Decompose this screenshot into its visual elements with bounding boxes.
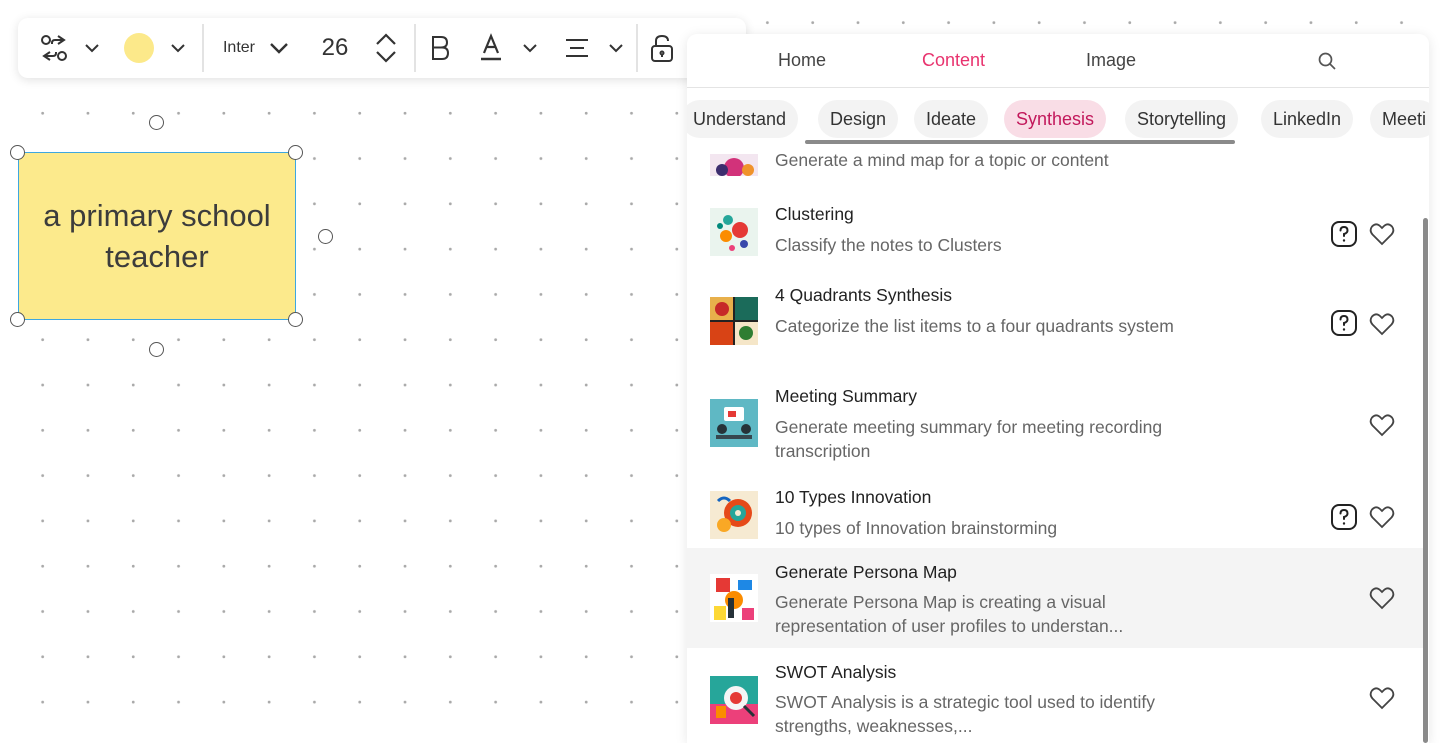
font-size-stepper[interactable] <box>372 18 400 78</box>
chip-meeting[interactable]: Meeti <box>1370 100 1429 138</box>
toolbar-divider <box>202 24 204 72</box>
item-description: Classify the notes to Clusters <box>775 235 1002 255</box>
chevron-up-icon[interactable] <box>374 30 398 48</box>
favorite-heart-icon[interactable] <box>1369 505 1395 529</box>
favorite-heart-icon[interactable] <box>1369 413 1395 437</box>
resize-handle-top-left[interactable] <box>10 145 25 160</box>
tab-content[interactable]: Content <box>922 50 985 71</box>
list-item[interactable]: SWOT Analysis SWOT Analysis is a strateg… <box>687 648 1423 743</box>
chip-understand[interactable]: Understand <box>687 100 799 138</box>
list-item[interactable]: 4 Quadrants Synthesis Categorize the lis… <box>687 265 1423 365</box>
font-size-value: 26 <box>321 34 349 61</box>
chevron-down-icon[interactable] <box>166 18 190 78</box>
toolbar-divider <box>414 24 416 72</box>
category-chips: Understand Design Ideate Synthesis Story… <box>687 98 1429 144</box>
mind-map-thumbnail <box>710 154 758 176</box>
favorite-heart-icon[interactable] <box>1369 312 1395 336</box>
category-scrollbar[interactable] <box>805 140 1235 144</box>
connector-handle-bottom[interactable] <box>149 342 164 357</box>
fill-color-swatch <box>124 33 154 63</box>
search-icon[interactable] <box>1317 51 1337 71</box>
font-size-input[interactable]: 26 <box>314 18 356 78</box>
fill-color-button[interactable] <box>122 18 156 78</box>
item-description: Generate Persona Map is creating a visua… <box>775 592 1124 636</box>
connector-handle-right[interactable] <box>318 229 333 244</box>
item-title: Generate Persona Map <box>775 562 957 582</box>
connector-handle-top[interactable] <box>149 115 164 130</box>
switch-shape-icon[interactable] <box>34 18 74 78</box>
list-item[interactable]: Meeting Summary Generate meeting summary… <box>687 366 1423 466</box>
item-title: 4 Quadrants Synthesis <box>775 285 953 305</box>
chip-synthesis[interactable]: Synthesis <box>1004 100 1107 138</box>
item-description: Generate meeting summary for meeting rec… <box>775 417 1163 461</box>
tab-home[interactable]: Home <box>778 50 826 71</box>
panel-tabs: Home Content Image <box>687 34 1429 88</box>
chip-design[interactable]: Design <box>818 100 899 138</box>
item-title: SWOT Analysis <box>775 662 897 682</box>
list-item[interactable]: Clustering Classify the notes to Cluster… <box>687 184 1423 265</box>
clustering-thumbnail <box>710 208 758 256</box>
quadrants-thumbnail <box>710 297 758 345</box>
unlock-icon[interactable] <box>648 18 676 78</box>
align-center-icon[interactable] <box>562 18 592 78</box>
list-item[interactable]: Generate Persona Map Generate Persona Ma… <box>687 548 1423 648</box>
chevron-down-icon[interactable] <box>80 18 104 78</box>
help-icon[interactable] <box>1330 220 1358 248</box>
resize-handle-bottom-left[interactable] <box>10 312 25 327</box>
text-color-icon[interactable] <box>476 18 506 78</box>
chevron-down-icon[interactable] <box>374 48 398 66</box>
template-list: Generate a mind map for a topic or conte… <box>687 154 1429 743</box>
toolbar-divider <box>636 24 638 72</box>
help-icon[interactable] <box>1330 503 1358 531</box>
bold-icon[interactable] <box>426 18 454 78</box>
floating-toolbar: Inter 26 <box>18 18 746 78</box>
chevron-down-icon[interactable] <box>604 18 628 78</box>
favorite-heart-icon[interactable] <box>1369 586 1395 610</box>
list-item[interactable]: 10 Types Innovation 10 types of Innovati… <box>687 467 1423 548</box>
sticky-note-text[interactable]: a primary school teacher <box>29 195 285 277</box>
item-description: 10 types of Innovation brainstorming <box>775 518 1058 538</box>
favorite-heart-icon[interactable] <box>1369 686 1395 710</box>
chevron-down-icon[interactable] <box>518 18 542 78</box>
item-title: 10 Types Innovation <box>775 487 932 507</box>
font-family-select[interactable]: Inter <box>216 18 262 78</box>
chevron-down-icon[interactable] <box>266 18 292 78</box>
help-icon[interactable] <box>1330 309 1358 337</box>
persona-map-thumbnail <box>710 574 758 622</box>
item-title: Meeting Summary <box>775 386 917 406</box>
chip-ideate[interactable]: Ideate <box>914 100 989 138</box>
item-title: Clustering <box>775 204 854 224</box>
ai-content-panel: Home Content Image Understand Design Ide… <box>687 34 1429 743</box>
tab-image[interactable]: Image <box>1086 50 1136 71</box>
swot-thumbnail <box>710 676 758 724</box>
resize-handle-bottom-right[interactable] <box>288 312 303 327</box>
sticky-note[interactable]: a primary school teacher <box>18 152 296 320</box>
font-family-label: Inter <box>222 39 255 56</box>
chip-linkedin[interactable]: LinkedIn <box>1261 100 1354 138</box>
innovation-thumbnail <box>710 491 758 539</box>
resize-handle-top-right[interactable] <box>288 145 303 160</box>
item-description: Categorize the list items to a four quad… <box>775 316 1174 336</box>
item-description: Generate a mind map for a topic or conte… <box>775 154 1109 170</box>
chip-storytelling[interactable]: Storytelling <box>1125 100 1239 138</box>
list-item[interactable]: Generate a mind map for a topic or conte… <box>687 154 1423 184</box>
meeting-summary-thumbnail <box>710 399 758 447</box>
list-scrollbar[interactable] <box>1423 218 1428 743</box>
favorite-heart-icon[interactable] <box>1369 222 1395 246</box>
item-description: SWOT Analysis is a strategic tool used t… <box>775 692 1155 736</box>
